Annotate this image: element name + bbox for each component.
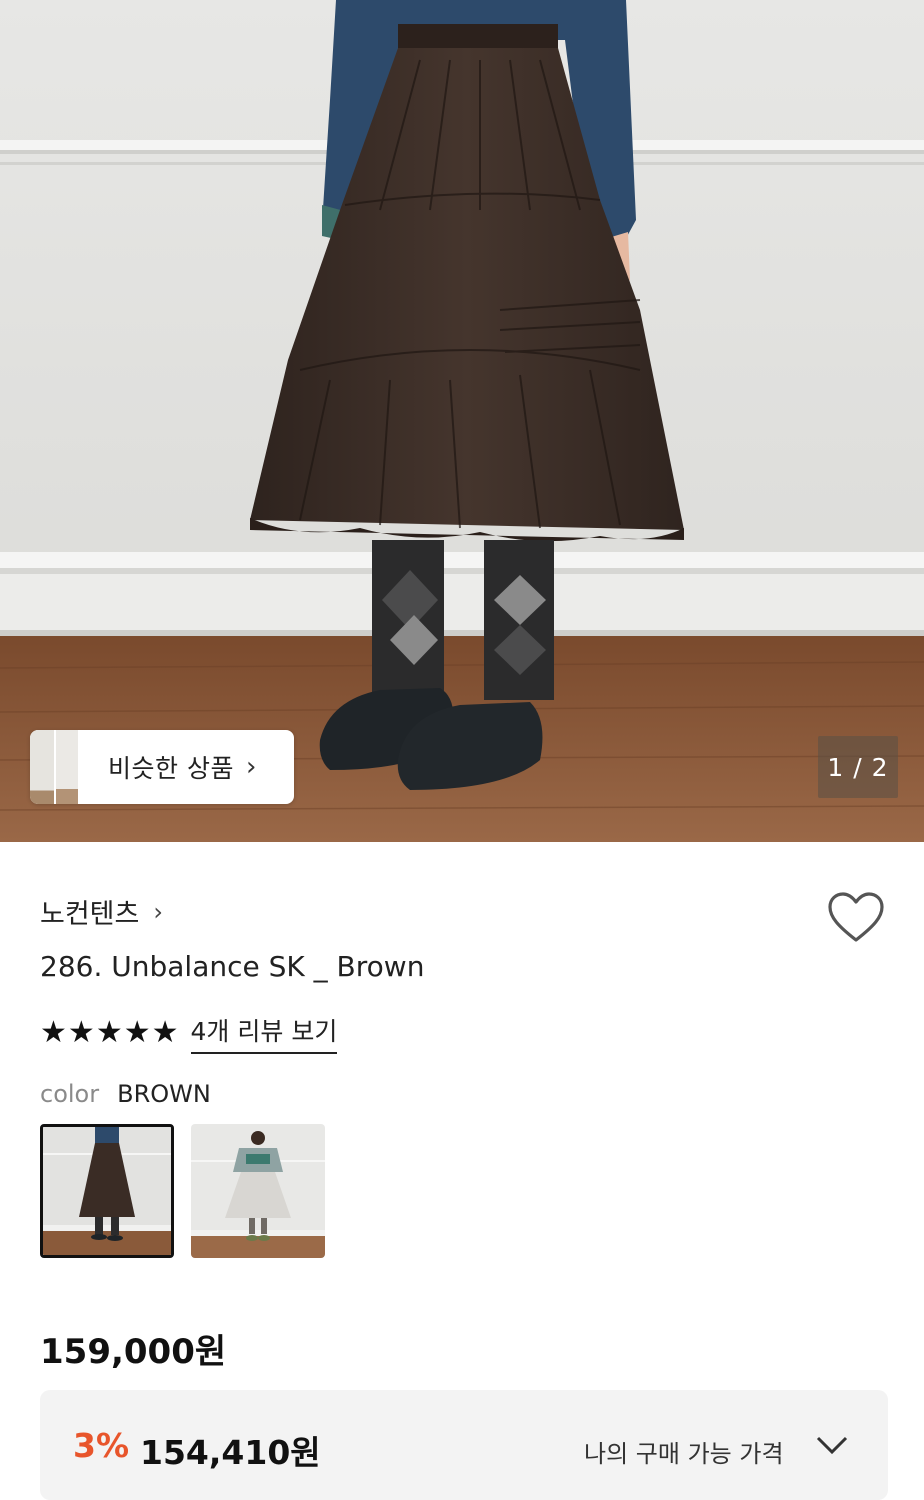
star-icon: ★ [40,1015,67,1050]
similar-products-button[interactable]: 비슷한 상품 › [30,730,294,804]
product-title: 286. Unbalance SK _ Brown [40,950,425,983]
original-price: 159,000원 [40,1332,227,1372]
review-link[interactable]: 4개 리뷰 보기 [190,1012,338,1054]
chevron-right-icon: › [153,897,163,926]
star-icon: ★ [123,1015,151,1050]
color-value: BROWN [117,1080,211,1108]
color-swatch-brown[interactable] [40,1124,174,1258]
star-icon: ★ [151,1015,179,1050]
star-icon: ★ [95,1015,123,1050]
swatch-brown-image [43,1127,171,1255]
my-price-label: 나의 구매 가능 가격 [584,1440,784,1468]
color-swatch-other[interactable] [191,1124,325,1258]
similar-products-thumbnails [30,730,78,804]
rating-stars: ★ ★ ★ ★ ★ [40,1018,179,1048]
product-photo [0,0,924,842]
discount-price: 154,410원 [140,1433,321,1472]
heart-outline-icon[interactable] [826,890,886,946]
brand-link[interactable]: 노컨텐츠 › [40,892,163,931]
my-price-toggle[interactable]: 3% 154,410원 나의 구매 가능 가격 [40,1390,888,1500]
star-icon: ★ [67,1015,95,1050]
color-label: color [40,1080,100,1108]
chevron-right-icon: › [245,752,257,782]
product-image-carousel[interactable]: 비슷한 상품 › 1 / 2 [0,0,924,842]
similar-products-label: 비슷한 상품 [108,754,234,783]
brand-name: 노컨텐츠 [40,899,140,930]
swatch-other-image [191,1124,325,1258]
image-pager: 1 / 2 [818,736,898,798]
color-row: color BROWN [40,1080,211,1108]
chevron-down-icon [816,1436,848,1455]
discount-rate: 3% [73,1426,130,1465]
rating-row: ★ ★ ★ ★ ★ 4개 리뷰 보기 [40,1012,338,1054]
